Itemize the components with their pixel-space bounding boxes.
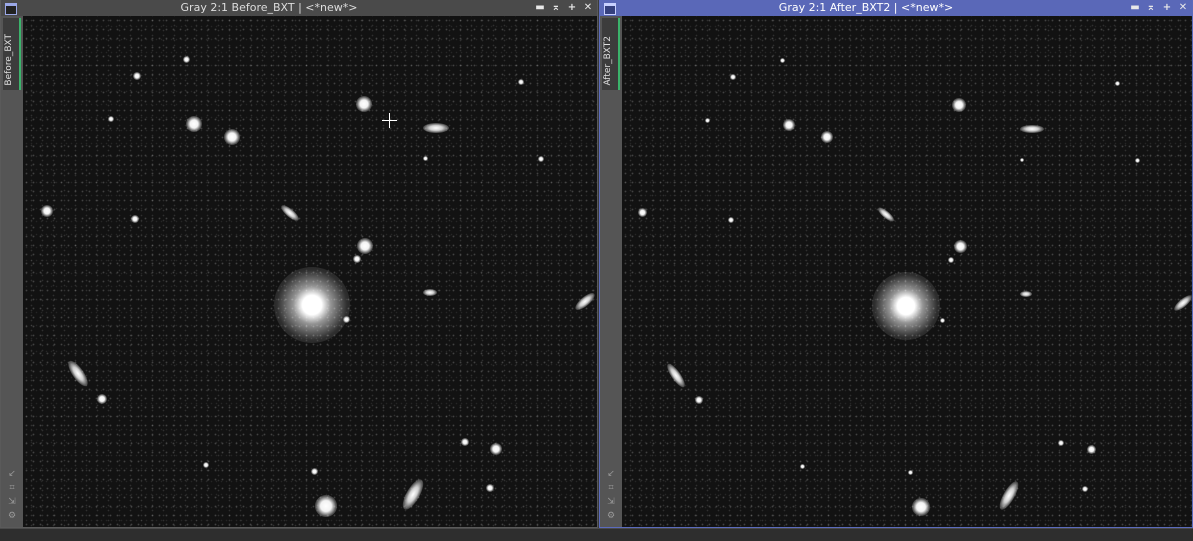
galaxy — [1020, 125, 1044, 133]
galaxy — [423, 289, 437, 296]
star — [705, 118, 710, 123]
star — [800, 464, 805, 469]
star — [353, 255, 361, 263]
star — [108, 116, 114, 122]
star — [912, 498, 930, 516]
star — [638, 208, 647, 217]
galaxy — [664, 361, 688, 390]
star — [728, 217, 734, 223]
galaxy — [398, 476, 428, 513]
maximize-icon[interactable]: + — [1160, 0, 1174, 16]
star — [695, 396, 703, 404]
window-icon[interactable] — [604, 3, 616, 15]
window-titlebar[interactable]: Gray 2:1 Before_BXT | <*new*> ▬ ⌅ + ✕ — [1, 0, 597, 16]
minimize-icon[interactable]: ▬ — [533, 0, 547, 16]
star — [357, 238, 373, 254]
image-window-after[interactable]: Gray 2:1 After_BXT2 | <*new*> ▬ ⌅ + ✕ Af… — [599, 0, 1193, 528]
star — [538, 156, 544, 162]
star — [908, 470, 913, 475]
minimize-icon[interactable]: ▬ — [1128, 0, 1142, 16]
star — [356, 96, 372, 112]
star — [1082, 486, 1088, 492]
star — [1087, 445, 1096, 454]
maximize-icon[interactable]: + — [565, 0, 579, 16]
view-sidebar: Before_BXT ↙ ⌗ ⇲ ⚙ — [1, 16, 23, 527]
star — [315, 495, 337, 517]
window-titlebar[interactable]: Gray 2:1 After_BXT2 | <*new*> ▬ ⌅ + ✕ — [600, 0, 1192, 16]
star — [780, 58, 785, 63]
lock-icon[interactable]: ⌗ — [5, 481, 19, 495]
galaxy — [423, 123, 449, 133]
window-icon[interactable] — [5, 3, 17, 15]
star — [183, 56, 190, 63]
view-tab[interactable]: Before_BXT — [3, 18, 21, 90]
star — [948, 257, 954, 263]
window-title: Gray 2:1 After_BXT2 | <*new*> — [778, 1, 954, 14]
star — [97, 394, 107, 404]
sidebar-icons: ↙ ⌗ ⇲ ⚙ — [5, 467, 19, 523]
star — [486, 484, 494, 492]
cursor-crosshair — [382, 113, 397, 128]
star — [940, 318, 945, 323]
star — [461, 438, 469, 446]
view-tab-label: Before_BXT — [4, 34, 14, 86]
view-tab[interactable]: After_BXT2 — [602, 18, 620, 90]
sidebar-icons: ↙ ⌗ ⇲ ⚙ — [604, 467, 618, 523]
view-sidebar: After_BXT2 ↙ ⌗ ⇲ ⚙ — [600, 16, 622, 527]
galaxy — [64, 358, 92, 389]
star — [518, 79, 524, 85]
galaxy — [876, 205, 896, 224]
lock-icon[interactable]: ⌗ — [604, 481, 618, 495]
image-canvas[interactable] — [23, 16, 597, 527]
star — [954, 240, 967, 253]
galaxy — [279, 202, 301, 224]
star — [1058, 440, 1064, 446]
shade-icon[interactable]: ⌅ — [549, 0, 563, 16]
workspace-bottom-bar — [0, 528, 1193, 541]
star — [730, 74, 736, 80]
star — [490, 443, 502, 455]
star — [203, 462, 209, 468]
close-icon[interactable]: ✕ — [1176, 0, 1190, 16]
link-icon[interactable]: ⇲ — [604, 495, 618, 509]
galaxy — [996, 478, 1022, 513]
star — [1135, 158, 1140, 163]
star — [423, 156, 428, 161]
pin-icon[interactable]: ↙ — [5, 467, 19, 481]
star — [1115, 81, 1120, 86]
star — [311, 468, 318, 475]
star — [952, 98, 966, 112]
link-icon[interactable]: ⇲ — [5, 495, 19, 509]
galaxy — [1020, 291, 1032, 297]
star — [41, 205, 53, 217]
star — [783, 119, 795, 131]
image-canvas[interactable] — [622, 16, 1192, 527]
star — [131, 215, 139, 223]
view-tab-label: After_BXT2 — [603, 36, 613, 86]
close-icon[interactable]: ✕ — [581, 0, 595, 16]
galaxy — [572, 290, 597, 313]
galaxy — [1172, 292, 1192, 314]
star — [186, 116, 202, 132]
bright-star — [872, 272, 940, 340]
shade-icon[interactable]: ⌅ — [1144, 0, 1158, 16]
star — [343, 316, 350, 323]
bright-star — [274, 267, 350, 343]
gear-icon[interactable]: ⚙ — [5, 509, 19, 523]
star — [821, 131, 833, 143]
star — [224, 129, 240, 145]
star — [133, 72, 141, 80]
pin-icon[interactable]: ↙ — [604, 467, 618, 481]
window-title: Gray 2:1 Before_BXT | <*new*> — [180, 1, 358, 14]
gear-icon[interactable]: ⚙ — [604, 509, 618, 523]
star — [1020, 158, 1024, 162]
image-window-before[interactable]: Gray 2:1 Before_BXT | <*new*> ▬ ⌅ + ✕ Be… — [0, 0, 598, 528]
